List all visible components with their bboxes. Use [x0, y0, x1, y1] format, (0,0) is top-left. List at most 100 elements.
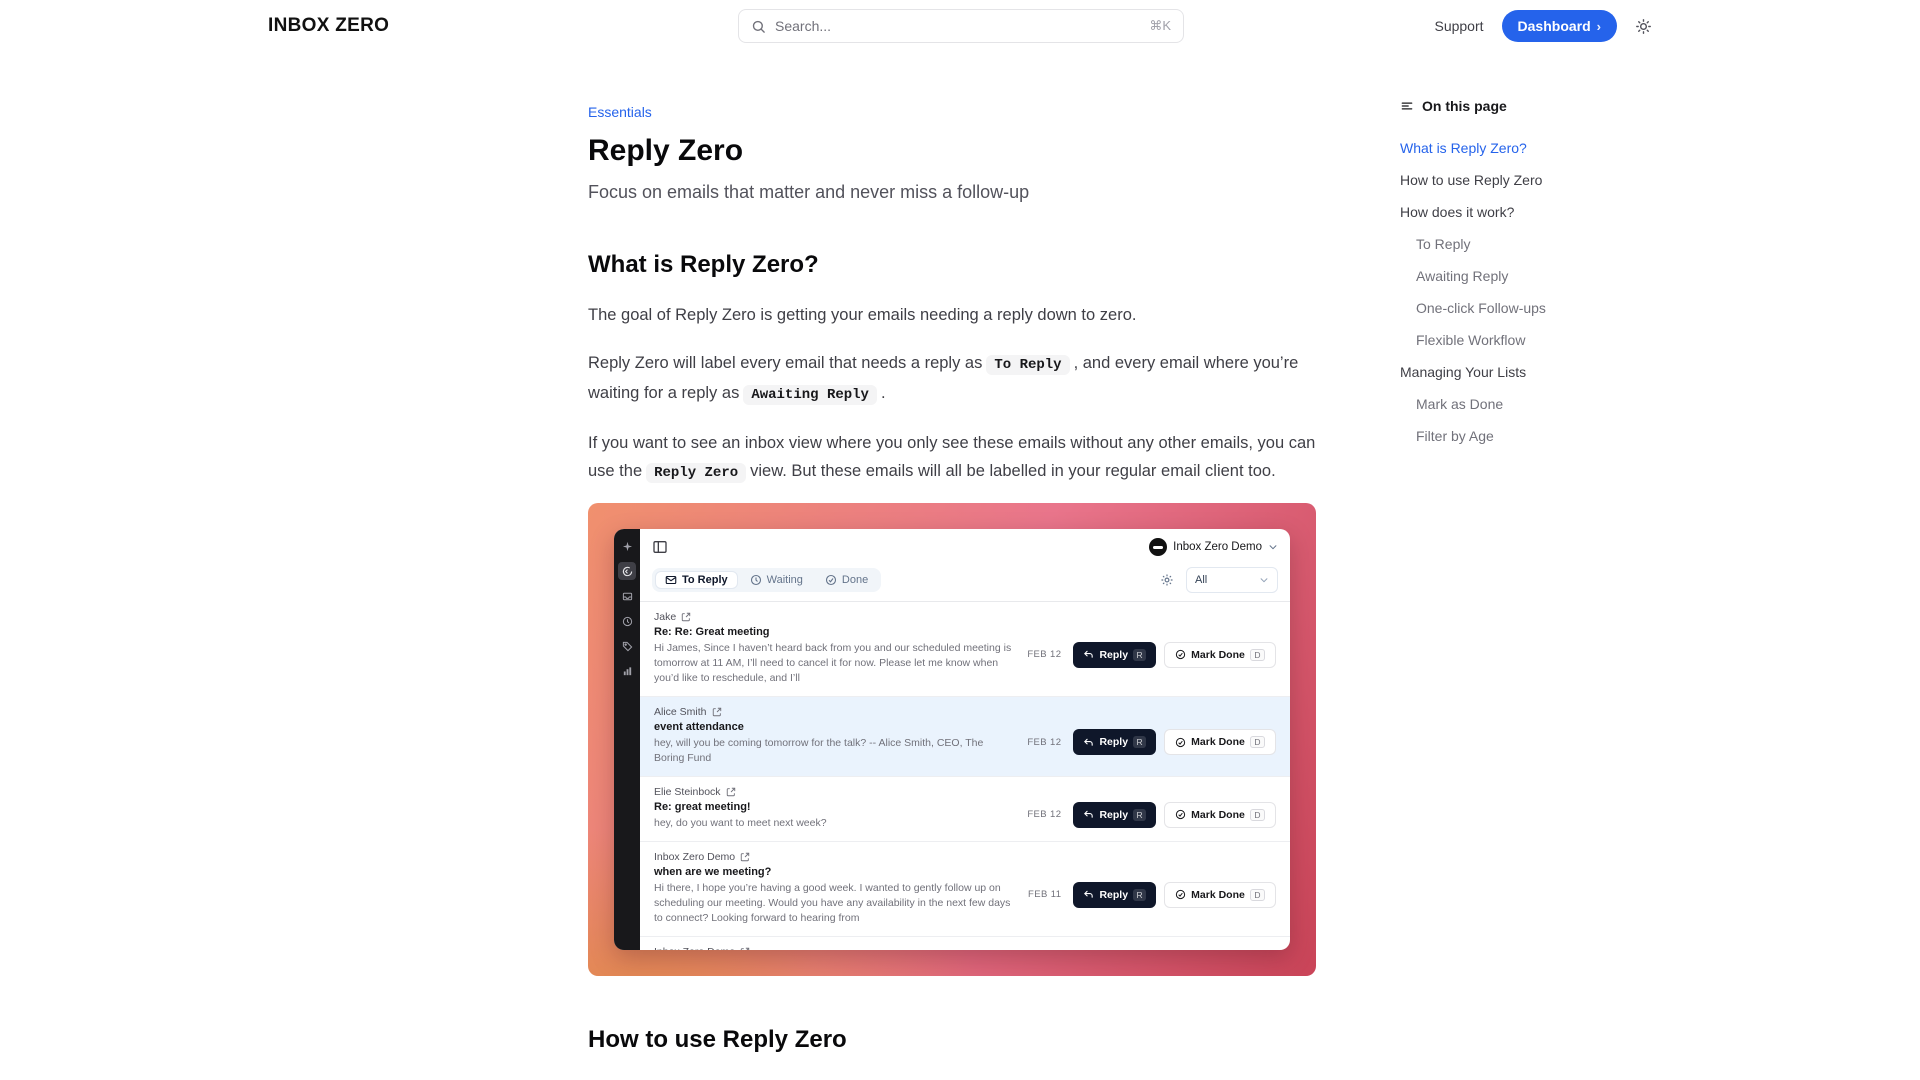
settings-gear-icon[interactable] [1160, 573, 1174, 587]
toc-link-flexible-workflow[interactable]: Flexible Workflow [1400, 324, 1585, 356]
email-sender: Alice Smith [654, 706, 707, 718]
toc-link-filter-by-age[interactable]: Filter by Age [1400, 420, 1585, 452]
tab-bar-right: All [1160, 567, 1278, 593]
search-icon [751, 19, 766, 34]
inline-code-reply-zero: Reply Zero [646, 463, 746, 483]
inline-code-to-reply: To Reply [986, 355, 1069, 375]
demo-tab-bar: To Reply Waiting Done [640, 565, 1290, 601]
mark-done-button[interactable]: Mark Done D [1164, 642, 1276, 668]
tab-waiting[interactable]: Waiting [740, 571, 813, 589]
paragraph-1: The goal of Reply Zero is getting your e… [588, 301, 1316, 329]
email-sender: Elie Steinbock [654, 786, 721, 798]
email-snippet: Hi James, Since I haven’t heard back fro… [654, 641, 1013, 686]
demo-app-main: Inbox Zero Demo To Reply [640, 529, 1290, 950]
email-subject: event attendance [654, 721, 1013, 733]
email-snippet: Hi there, I hope you’re having a good we… [654, 881, 1014, 926]
clock-icon [750, 574, 762, 586]
mail-icon [665, 574, 677, 586]
external-link-icon[interactable] [681, 612, 691, 622]
email-row[interactable]: Alice Smith event attendance hey, will y… [640, 697, 1290, 777]
panel-toggle-icon[interactable] [652, 539, 668, 555]
nav-right: Support Dashboard › [1434, 0, 1652, 52]
paragraph-3: If you want to see an inbox view where y… [588, 429, 1316, 487]
search-placeholder: Search... [775, 18, 831, 34]
dashboard-button[interactable]: Dashboard › [1502, 10, 1617, 42]
email-row[interactable]: Jake Re: Re: Great meeting Hi James, Sin… [640, 602, 1290, 697]
toc-link-what-is-reply-zero[interactable]: What is Reply Zero? [1400, 132, 1585, 164]
heading-what-is-reply-zero: What is Reply Zero? [588, 249, 1316, 281]
toc-link-awaiting-reply[interactable]: Awaiting Reply [1400, 260, 1585, 292]
reply-button[interactable]: Reply R [1073, 642, 1156, 668]
kbd-d: D [1250, 889, 1265, 901]
search-input[interactable]: Search... ⌘K [738, 9, 1184, 43]
toc-heading: On this page [1422, 98, 1507, 114]
page-subtitle: Focus on emails that matter and never mi… [588, 182, 1316, 203]
article: Essentials Reply Zero Focus on emails th… [588, 52, 1316, 1056]
toc-lines-icon [1400, 99, 1414, 113]
kbd-r: R [1133, 736, 1146, 748]
email-sender: Inbox Zero Demo [654, 946, 735, 950]
email-date: FEB 12 [1027, 809, 1061, 820]
kbd-d: D [1250, 649, 1265, 661]
toc-link-how-does-it-work[interactable]: How does it work? [1400, 196, 1585, 228]
account-avatar [1149, 538, 1167, 556]
mark-done-button[interactable]: Mark Done D [1164, 802, 1276, 828]
external-link-icon[interactable] [726, 787, 736, 797]
sparkles-icon[interactable] [618, 537, 636, 555]
support-link[interactable]: Support [1434, 18, 1483, 34]
chevron-down-icon [1259, 575, 1269, 585]
toc-link-mark-as-done[interactable]: Mark as Done [1400, 388, 1585, 420]
external-link-icon[interactable] [740, 852, 750, 862]
email-subject: Re: Re: Great meeting [654, 626, 1013, 638]
email-date: FEB 11 [1028, 889, 1061, 900]
external-link-icon[interactable] [712, 707, 722, 717]
demo-app-header: Inbox Zero Demo [640, 529, 1290, 565]
toc-link-how-to-use[interactable]: How to use Reply Zero [1400, 164, 1585, 196]
top-nav: INBOX ZERO Search... ⌘K Support Dashboar… [0, 0, 1920, 52]
tag-icon[interactable] [618, 637, 636, 655]
demo-app-sidebar [614, 529, 640, 950]
inbox-icon[interactable] [618, 587, 636, 605]
check-circle-icon [825, 574, 837, 586]
email-sender: Inbox Zero Demo [654, 851, 735, 863]
filter-select[interactable]: All [1186, 567, 1278, 593]
toc-link-managing-your-lists[interactable]: Managing Your Lists [1400, 356, 1585, 388]
mark-done-button[interactable]: Mark Done D [1164, 729, 1276, 755]
reply-button[interactable]: Reply R [1073, 802, 1156, 828]
tab-done[interactable]: Done [815, 571, 878, 589]
account-menu[interactable]: Inbox Zero Demo [1149, 538, 1278, 556]
email-subject: when are we meeting? [654, 866, 1014, 878]
kbd-r: R [1133, 809, 1146, 821]
toc-link-to-reply[interactable]: To Reply [1400, 228, 1585, 260]
reply-button[interactable]: Reply R [1073, 882, 1156, 908]
kbd-d: D [1250, 809, 1265, 821]
toc-link-one-click-follow-ups[interactable]: One-click Follow-ups [1400, 292, 1585, 324]
kbd-d: D [1250, 736, 1265, 748]
reply-button[interactable]: Reply R [1073, 729, 1156, 755]
demo-screenshot: Inbox Zero Demo To Reply [588, 503, 1316, 976]
heading-how-to-use: How to use Reply Zero [588, 1024, 1316, 1056]
email-date: FEB 12 [1027, 649, 1061, 660]
paragraph-2: Reply Zero will label every email that n… [588, 349, 1316, 409]
clock-icon[interactable] [618, 612, 636, 630]
logo[interactable]: INBOX ZERO [268, 15, 389, 37]
email-snippet: hey, will you be coming tomorrow for the… [654, 736, 1013, 766]
on-this-page: On this page What is Reply Zero? How to … [1400, 52, 1585, 452]
email-row[interactable]: Elie Steinbock Re: great meeting! hey, d… [640, 777, 1290, 842]
external-link-icon[interactable] [740, 947, 750, 950]
reply-zero-icon[interactable] [618, 562, 636, 580]
kbd-r: R [1133, 889, 1146, 901]
breadcrumb-category[interactable]: Essentials [588, 52, 1316, 120]
inline-code-awaiting-reply: Awaiting Reply [743, 385, 877, 405]
demo-app-window: Inbox Zero Demo To Reply [614, 529, 1290, 950]
mark-done-button[interactable]: Mark Done D [1164, 882, 1276, 908]
chevron-right-icon: › [1597, 19, 1601, 34]
account-name: Inbox Zero Demo [1173, 541, 1262, 553]
chart-icon[interactable] [618, 662, 636, 680]
tab-group: To Reply Waiting Done [652, 568, 881, 592]
email-row[interactable]: Inbox Zero Demo Re: Re: great speaking H… [640, 937, 1290, 950]
email-row[interactable]: Inbox Zero Demo when are we meeting? Hi … [640, 842, 1290, 937]
chevron-down-icon [1268, 542, 1278, 552]
theme-toggle-sun-icon[interactable] [1635, 18, 1652, 35]
tab-to-reply[interactable]: To Reply [655, 571, 738, 589]
